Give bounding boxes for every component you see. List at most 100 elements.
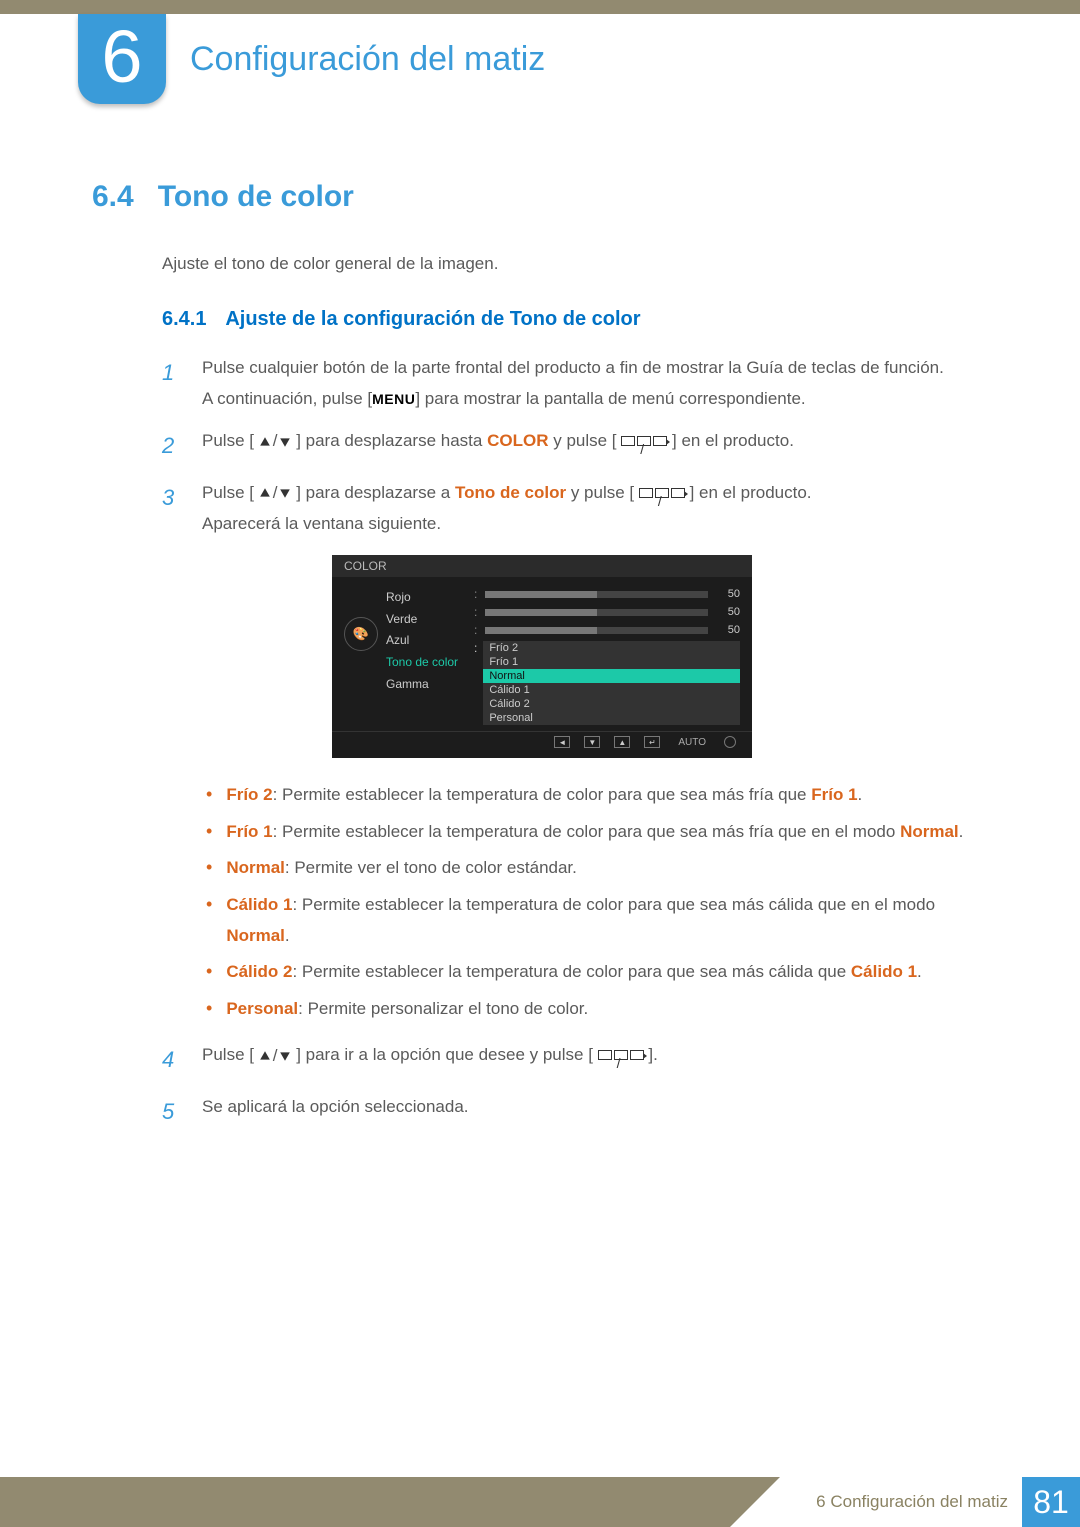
footer-chapter-label: 6 Configuración del matiz <box>816 1492 1022 1512</box>
step-number: 3 <box>162 478 184 539</box>
text: Pulse [ <box>202 1045 254 1064</box>
subsection-heading: 6.4.1 Ajuste de la configuración de Tono… <box>162 308 992 331</box>
step-2: 2 Pulse [ / ] para desplazarse hasta COL… <box>162 426 992 466</box>
up-down-arrow-icon: / <box>259 478 292 509</box>
chapter-number-tab: 6 <box>78 14 166 104</box>
subsection-title: Ajuste de la configuración de Tono de co… <box>225 308 640 330</box>
osd-option-calido2: Cálido 2 <box>483 697 740 711</box>
osd-back-icon: ◄ <box>554 736 570 748</box>
step-text: Pulse [ / ] para desplazarse a Tono de c… <box>202 478 992 539</box>
term: Cálido 1 <box>851 962 917 981</box>
source-enter-icon: / <box>621 436 667 446</box>
text: y pulse [ <box>571 483 634 502</box>
step-text: Se aplicará la opción seleccionada. <box>202 1092 992 1132</box>
osd-label-verde: Verde <box>386 609 464 631</box>
bullet-icon: • <box>206 817 212 848</box>
step-1-line1: Pulse cualquier botón de la parte fronta… <box>202 358 944 377</box>
text: : Permite establecer la temperatura de c… <box>292 895 935 914</box>
osd-screenshot: COLOR 🎨 Rojo Verde Azul Tono de color Ga… <box>332 555 752 758</box>
text: ]. <box>648 1045 657 1064</box>
osd-auto-label: AUTO <box>674 736 710 748</box>
term: Normal <box>226 858 285 877</box>
step-text: Pulse [ / ] para ir a la opción que dese… <box>202 1040 992 1080</box>
menu-button-label: MENU <box>372 391 415 407</box>
page-number: 81 <box>1022 1477 1080 1527</box>
osd-option-personal: Personal <box>483 711 740 725</box>
term: Frío 2 <box>226 785 272 804</box>
step-number: 2 <box>162 426 184 466</box>
section-title: Tono de color <box>158 180 354 214</box>
step-1-pre: A continuación, pulse [ <box>202 389 372 408</box>
text: Pulse [ <box>202 431 254 450</box>
osd-option-frio1: Frío 1 <box>483 655 740 669</box>
up-down-arrow-icon: / <box>259 426 292 457</box>
term: Normal <box>226 926 285 945</box>
text: ] en el producto. <box>690 483 812 502</box>
text: ] para ir a la opción que desee y pulse … <box>296 1045 593 1064</box>
osd-value-verde: 50 <box>716 606 740 618</box>
text: . <box>917 962 922 981</box>
osd-title: COLOR <box>332 555 752 577</box>
step-5: 5 Se aplicará la opción seleccionada. <box>162 1092 992 1132</box>
term: Frío 1 <box>811 785 857 804</box>
bullet-icon: • <box>206 957 212 988</box>
text: . <box>285 926 290 945</box>
highlight-tono: Tono de color <box>455 483 566 502</box>
text: : Permite ver el tono de color estándar. <box>285 858 577 877</box>
top-bar <box>0 0 1080 14</box>
step-1-post: ] para mostrar la pantalla de menú corre… <box>415 389 805 408</box>
text: : Permite establecer la temperatura de c… <box>273 822 900 841</box>
highlight-color: COLOR <box>487 431 548 450</box>
term: Cálido 2 <box>226 962 292 981</box>
osd-label-azul: Azul <box>386 630 464 652</box>
osd-up-icon: ▲ <box>614 736 630 748</box>
osd-down-icon: ▼ <box>584 736 600 748</box>
text: ] en el producto. <box>672 431 794 450</box>
step-number: 5 <box>162 1092 184 1132</box>
text: ] para desplazarse hasta <box>296 431 487 450</box>
bullet-icon: • <box>206 780 212 811</box>
text: : Permite establecer la temperatura de c… <box>273 785 812 804</box>
step-4: 4 Pulse [ / ] para ir a la opción que de… <box>162 1040 992 1080</box>
up-down-arrow-icon: / <box>259 1041 292 1072</box>
step-1: 1 Pulse cualquier botón de la parte fron… <box>162 353 992 414</box>
bullet-icon: • <box>206 890 212 951</box>
step-number: 4 <box>162 1040 184 1080</box>
osd-footer-buttons: ◄ ▼ ▲ ↵ AUTO <box>332 731 752 752</box>
osd-label-rojo: Rojo <box>386 587 464 609</box>
chapter-title: Configuración del matiz <box>190 40 545 79</box>
text: . <box>959 822 964 841</box>
step-3: 3 Pulse [ / ] para desplazarse a Tono de… <box>162 478 992 539</box>
step-number: 1 <box>162 353 184 414</box>
osd-option-normal: Normal <box>483 669 740 683</box>
subsection-number: 6.4.1 <box>162 308 206 330</box>
palette-icon: 🎨 <box>344 617 378 651</box>
term: Cálido 1 <box>226 895 292 914</box>
term: Frío 1 <box>226 822 272 841</box>
bullet-icon: • <box>206 994 212 1025</box>
text: ] para desplazarse a <box>296 483 455 502</box>
option-descriptions: •Frío 2: Permite establecer la temperatu… <box>206 780 992 1024</box>
text: Aparecerá la ventana siguiente. <box>202 514 441 533</box>
osd-label-gamma: Gamma <box>386 674 464 696</box>
source-enter-icon: / <box>639 488 685 498</box>
term: Personal <box>226 999 298 1018</box>
osd-power-icon <box>724 736 736 748</box>
osd-value-azul: 50 <box>716 624 740 636</box>
text: y pulse [ <box>553 431 616 450</box>
osd-option-calido1: Cálido 1 <box>483 683 740 697</box>
section-intro: Ajuste el tono de color general de la im… <box>162 254 992 274</box>
text: Pulse [ <box>202 483 254 502</box>
step-text: Pulse cualquier botón de la parte fronta… <box>202 353 992 414</box>
page-content: 6.4 Tono de color Ajuste el tono de colo… <box>92 180 992 1144</box>
section-number: 6.4 <box>92 180 134 214</box>
osd-enter-icon: ↵ <box>644 736 660 748</box>
step-text: Pulse [ / ] para desplazarse hasta COLOR… <box>202 426 992 466</box>
osd-option-frio2: Frío 2 <box>483 641 740 655</box>
text: . <box>858 785 863 804</box>
term: Normal <box>900 822 959 841</box>
osd-value-rojo: 50 <box>716 588 740 600</box>
text: : Permite establecer la temperatura de c… <box>292 962 850 981</box>
text: : Permite personalizar el tono de color. <box>298 999 588 1018</box>
bullet-icon: • <box>206 853 212 884</box>
